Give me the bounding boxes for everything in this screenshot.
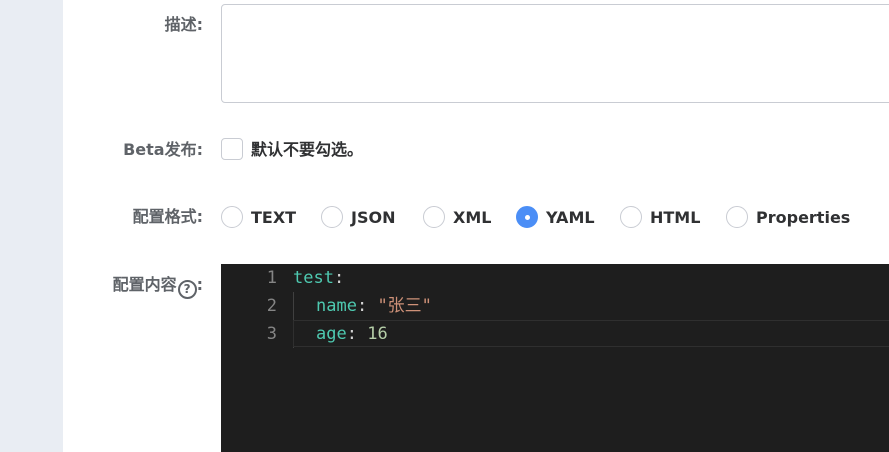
yaml-string-value: "张三" <box>377 296 432 316</box>
yaml-key: age <box>316 324 347 344</box>
radio-option-html[interactable]: HTML <box>620 206 700 228</box>
radio-label: TEXT <box>251 207 297 227</box>
content-label-colon: : <box>196 275 203 294</box>
radio-option-properties[interactable]: Properties <box>726 206 850 228</box>
yaml-number-value: 16 <box>367 324 388 344</box>
code-line: 3 age: 16 <box>221 320 889 348</box>
code-line: 1 test: <box>221 264 889 292</box>
line-number: 2 <box>266 296 277 316</box>
code-text: age: 16 <box>316 320 388 348</box>
beta-checkbox-text: 默认不要勾选。 <box>251 140 364 159</box>
yaml-key: test <box>293 268 334 288</box>
left-sidebar <box>0 0 63 452</box>
description-label: 描述: <box>164 15 203 34</box>
description-textarea[interactable] <box>221 4 889 103</box>
code-line: 2 name: "张三" <box>221 292 889 320</box>
help-icon[interactable]: ? <box>177 280 197 299</box>
beta-checkbox[interactable] <box>221 138 243 160</box>
yaml-key: name <box>316 296 357 316</box>
radio-circle-checked[interactable] <box>516 206 538 228</box>
format-label: 配置格式: <box>132 207 203 226</box>
radio-option-xml[interactable]: XML <box>423 206 491 228</box>
content-label-text: 配置内容 <box>112 275 177 294</box>
beta-label: Beta发布: <box>123 140 203 159</box>
line-number: 3 <box>266 324 277 344</box>
radio-label: Properties <box>756 207 851 227</box>
code-editor[interactable]: 1 test: 2 name: "张三" 3 age: 16 <box>221 264 889 452</box>
content-label: 配置内容?: <box>113 275 203 299</box>
radio-option-yaml[interactable]: YAML <box>516 206 595 228</box>
radio-circle[interactable] <box>726 206 748 228</box>
radio-label: XML <box>453 207 492 227</box>
radio-label: JSON <box>351 207 396 227</box>
radio-label: YAML <box>546 207 595 227</box>
code-text: name: "张三" <box>316 292 432 320</box>
radio-circle[interactable] <box>423 206 445 228</box>
radio-option-json[interactable]: JSON <box>321 206 395 228</box>
radio-option-text[interactable]: TEXT <box>221 206 296 228</box>
code-text: test: <box>293 264 344 292</box>
radio-circle[interactable] <box>221 206 243 228</box>
yaml-colon: : <box>356 296 378 316</box>
radio-label: HTML <box>650 207 701 227</box>
radio-circle[interactable] <box>321 206 343 228</box>
radio-circle[interactable] <box>620 206 642 228</box>
yaml-colon: : <box>333 268 345 288</box>
line-number: 1 <box>266 268 277 288</box>
yaml-colon: : <box>346 324 368 344</box>
